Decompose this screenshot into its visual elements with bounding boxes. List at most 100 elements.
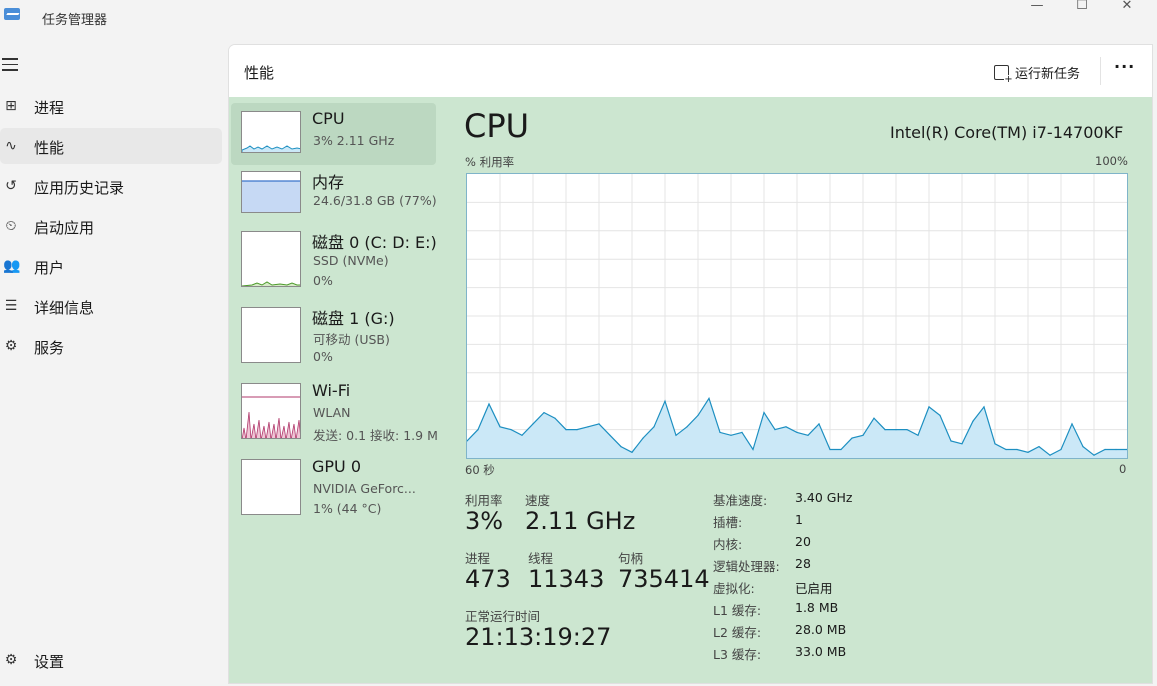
spec-value: 1.8 MB xyxy=(795,600,839,615)
sidebar-item-details[interactable]: ☰ 详细信息 xyxy=(0,288,222,324)
device-detail: 可移动 (USB) xyxy=(313,332,390,347)
cpu-usage-point xyxy=(521,434,523,436)
cpu-usage-point xyxy=(763,412,765,414)
device-usage: 1% (44 °C) xyxy=(313,501,382,516)
cpu-usage-point xyxy=(1049,454,1051,456)
cpu-usage-point xyxy=(741,431,743,433)
sidebar-item-processes[interactable]: ⊞ 进程 xyxy=(0,88,222,124)
chart-x-end-label: 0 xyxy=(1119,462,1127,476)
cpu-usage-point xyxy=(653,426,655,428)
sidebar-item-settings[interactable]: ⚙ 设置 xyxy=(0,642,222,678)
task-manager-app-icon xyxy=(4,8,20,20)
cpu-usage-point xyxy=(994,443,996,445)
utilization-value: 3% xyxy=(465,507,504,535)
cpu-usage-point xyxy=(565,429,567,431)
device-detail: WLAN xyxy=(313,405,351,420)
services-icon: ⚙ xyxy=(4,338,18,354)
hamburger-menu-icon[interactable] xyxy=(2,58,18,72)
device-name: CPU xyxy=(312,109,345,128)
cpu-usage-point xyxy=(928,406,930,408)
device-item-disk-1[interactable]: 磁盘 1 (G:) 可移动 (USB) 0% xyxy=(231,299,436,364)
cpu-usage-point xyxy=(631,451,633,453)
cpu-usage-point xyxy=(642,437,644,439)
device-detail: NVIDIA GeForc... xyxy=(313,481,416,496)
sidebar-item-label: 详细信息 xyxy=(34,299,95,317)
cpu-usage-point xyxy=(598,423,600,425)
maximize-button[interactable]: ☐ xyxy=(1059,0,1105,30)
cpu-usage-point xyxy=(510,429,512,431)
main-header: 性能 运行新任务 ··· xyxy=(229,45,1152,97)
cpu-model-name: Intel(R) Core(TM) i7-14700KF xyxy=(890,123,1124,142)
processes-value: 473 xyxy=(465,565,511,593)
close-button[interactable]: ✕ xyxy=(1104,0,1150,30)
device-name: 磁盘 1 (G:) xyxy=(312,309,395,328)
cpu-usage-point xyxy=(532,423,534,425)
handles-value: 735414 xyxy=(618,565,710,593)
cpu-usage-point xyxy=(1082,446,1084,448)
cpu-usage-point xyxy=(664,400,666,402)
run-new-task-label: 运行新任务 xyxy=(1015,66,1081,82)
cpu-usage-point xyxy=(1027,451,1029,453)
sidebar-item-users[interactable]: 👥 用户 xyxy=(0,248,222,284)
cpu-usage-point xyxy=(796,431,798,433)
minimize-button[interactable]: — xyxy=(1014,0,1060,30)
sidebar-item-label: 应用历史记录 xyxy=(34,179,125,197)
spec-label: L1 缓存: xyxy=(713,603,762,618)
cpu-usage-point xyxy=(983,406,985,408)
processes-icon: ⊞ xyxy=(5,98,17,114)
cpu-heading: CPU xyxy=(464,107,530,145)
page-title: 性能 xyxy=(244,64,275,82)
more-options-button[interactable]: ··· xyxy=(1114,57,1135,76)
spec-value: 33.0 MB xyxy=(795,644,847,659)
spec-value: 1 xyxy=(795,512,803,527)
sidebar-item-startup-apps[interactable]: ⏲ 启动应用 xyxy=(0,208,222,244)
cpu-usage-point xyxy=(851,437,853,439)
cpu-usage-point xyxy=(873,417,875,419)
device-item-gpu-0[interactable]: GPU 0 NVIDIA GeForc... 1% (44 °C) xyxy=(231,451,436,516)
device-item-wifi[interactable]: Wi-Fi WLAN 发送: 0.1 接收: 1.9 M xyxy=(231,375,438,443)
performance-icon: ∿ xyxy=(5,138,17,154)
cpu-thumbnail-graph xyxy=(241,111,301,153)
cpu-usage-point xyxy=(576,429,578,431)
spec-label: 插槽: xyxy=(713,515,743,530)
sidebar-item-label: 设置 xyxy=(34,653,65,671)
chart-x-start-label: 60 秒 xyxy=(465,463,495,477)
sidebar-nav: ⊞ 进程 ∿ 性能 ↺ 应用历史记录 ⏲ 启动应用 👥 用户 ☰ 详细信息 ⚙ … xyxy=(0,88,222,368)
wifi-thumbnail-graph xyxy=(241,383,301,439)
startup-icon: ⏲ xyxy=(5,218,17,234)
header-divider xyxy=(1100,57,1101,85)
cpu-usage-point xyxy=(1104,448,1106,451)
sidebar-item-label: 服务 xyxy=(34,339,65,357)
device-detail: 3% 2.11 GHz xyxy=(313,133,395,148)
cpu-usage-point xyxy=(1071,423,1073,425)
details-icon: ☰ xyxy=(4,298,18,314)
spec-label: 内核: xyxy=(713,537,743,552)
spec-value: 3.40 GHz xyxy=(795,490,853,505)
sidebar-item-label: 用户 xyxy=(34,259,65,277)
cpu-usage-point xyxy=(939,414,941,416)
cpu-usage-point xyxy=(554,417,556,419)
device-usage: 0% xyxy=(313,273,333,288)
sidebar-item-app-history[interactable]: ↺ 应用历史记录 xyxy=(0,168,222,204)
device-item-disk-0[interactable]: 磁盘 0 (C: D: E:) SSD (NVMe) 0% xyxy=(231,223,437,288)
spec-label: L2 缓存: xyxy=(713,625,762,640)
device-detail: SSD (NVMe) xyxy=(313,253,389,268)
device-name: Wi-Fi xyxy=(312,381,351,400)
sidebar-item-services[interactable]: ⚙ 服务 xyxy=(0,328,222,364)
cpu-usage-point xyxy=(1016,448,1018,451)
device-item-cpu[interactable]: CPU 3% 2.11 GHz xyxy=(231,103,436,165)
history-icon: ↺ xyxy=(5,178,17,194)
device-item-memory[interactable]: 内存 24.6/31.8 GB (77%) xyxy=(231,163,437,225)
run-new-task-button[interactable]: 运行新任务 xyxy=(994,61,1081,85)
threads-value: 11343 xyxy=(528,565,605,593)
cpu-usage-point xyxy=(686,426,688,428)
speed-value: 2.11 GHz xyxy=(525,507,636,535)
cpu-usage-point xyxy=(708,397,710,399)
spec-label: 逻辑处理器: xyxy=(713,559,780,574)
window-title: 任务管理器 xyxy=(42,13,108,28)
cpu-usage-point xyxy=(730,434,732,436)
cpu-usage-point xyxy=(477,429,479,431)
sidebar-item-performance[interactable]: ∿ 性能 xyxy=(0,128,222,164)
cpu-usage-point xyxy=(719,431,721,433)
sidebar-item-label: 性能 xyxy=(34,139,65,157)
